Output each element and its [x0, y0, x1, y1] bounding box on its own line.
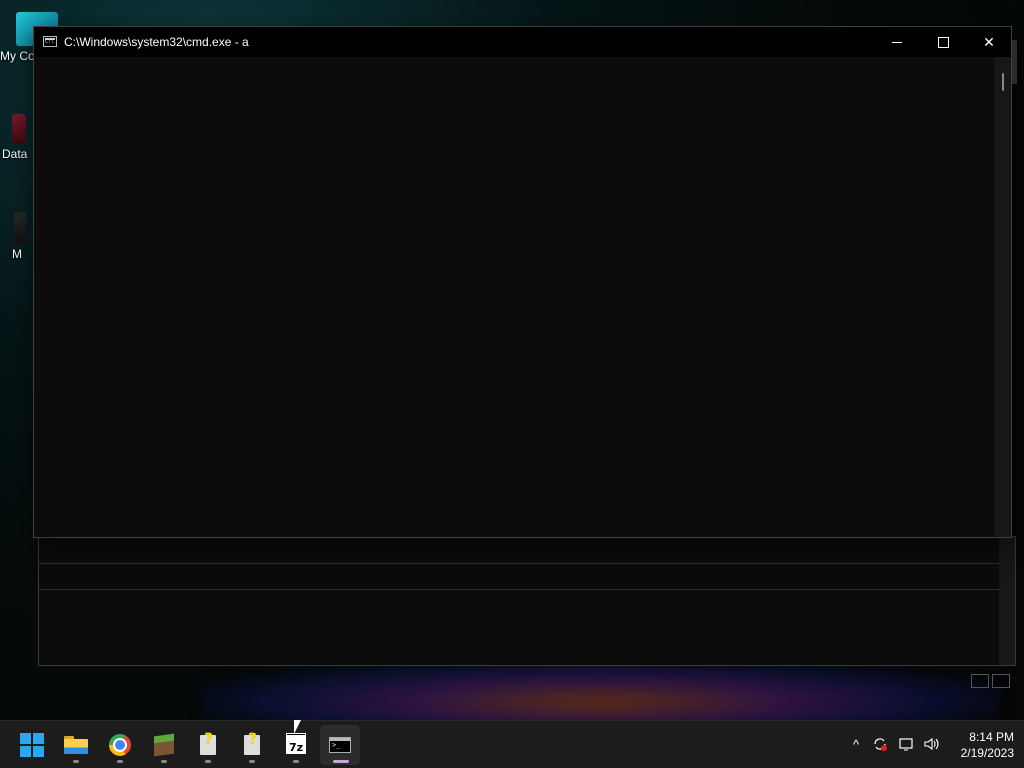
maximize-button[interactable]	[920, 27, 966, 57]
scrollbar-thumb[interactable]	[1002, 73, 1004, 91]
tiles-view-icon[interactable]	[992, 674, 1010, 688]
network-icon[interactable]	[897, 733, 917, 755]
start-button[interactable]	[12, 725, 52, 765]
windows-start-icon	[20, 733, 44, 757]
running-indicator	[249, 760, 255, 763]
shortcut-app-icon	[14, 212, 26, 244]
taskbar-file-explorer[interactable]	[56, 725, 96, 765]
running-indicator	[117, 760, 123, 763]
taskbar-chrome[interactable]	[100, 725, 140, 765]
vertical-scrollbar[interactable]	[995, 57, 1011, 537]
vertical-scrollbar[interactable]	[999, 537, 1015, 665]
volume-icon[interactable]	[922, 733, 942, 755]
shortcut-app-icon	[12, 114, 26, 144]
maximize-icon	[937, 36, 949, 48]
taskbar-command-prompt[interactable]	[320, 725, 360, 765]
grass-block-icon	[154, 733, 174, 757]
unknown-file-icon	[200, 729, 216, 755]
chevron-up-icon[interactable]: ^	[846, 733, 866, 755]
running-indicator	[205, 760, 211, 763]
taskbar-unknown-app-1[interactable]	[188, 725, 228, 765]
sync-icon[interactable]	[870, 733, 890, 755]
window-title: C:\Windows\system32\cmd.exe - a	[64, 35, 249, 49]
minimize-icon	[892, 41, 902, 43]
active-indicator	[333, 760, 349, 763]
view-toggle[interactable]	[968, 674, 1010, 693]
clock-time: 8:14 PM	[969, 730, 1014, 744]
running-indicator	[293, 760, 299, 763]
minimize-button[interactable]	[874, 27, 920, 57]
details-view-icon[interactable]	[971, 674, 989, 688]
taskbar: 7z ^ 8:14 PM 2/19/2023	[0, 720, 1024, 768]
taskbar-unknown-app-2[interactable]	[232, 725, 272, 765]
unknown-file-icon	[244, 729, 260, 755]
title-bar[interactable]: C:\Windows\system32\cmd.exe - a ✕	[34, 27, 1011, 57]
mouse-cursor-icon	[294, 720, 301, 734]
running-indicator	[73, 760, 79, 763]
close-button[interactable]: ✕	[966, 27, 1012, 57]
close-icon: ✕	[983, 33, 995, 50]
chrome-icon	[109, 734, 131, 756]
divider	[39, 589, 1015, 590]
running-indicator	[161, 760, 167, 763]
divider	[39, 563, 1015, 564]
background-window[interactable]	[38, 536, 1016, 666]
window-edge	[1012, 40, 1017, 84]
7zip-icon: 7z	[286, 733, 306, 754]
taskbar-minecraft[interactable]	[144, 725, 184, 765]
console-output[interactable]	[34, 57, 995, 537]
clock-date: 2/19/2023	[960, 746, 1014, 760]
system-clock[interactable]: 8:14 PM 2/19/2023	[944, 729, 1014, 761]
cmd-icon	[329, 737, 351, 753]
folder-icon	[64, 736, 88, 754]
cmd-window[interactable]: C:\Windows\system32\cmd.exe - a ✕	[33, 26, 1012, 538]
cmd-icon[interactable]	[43, 36, 57, 47]
